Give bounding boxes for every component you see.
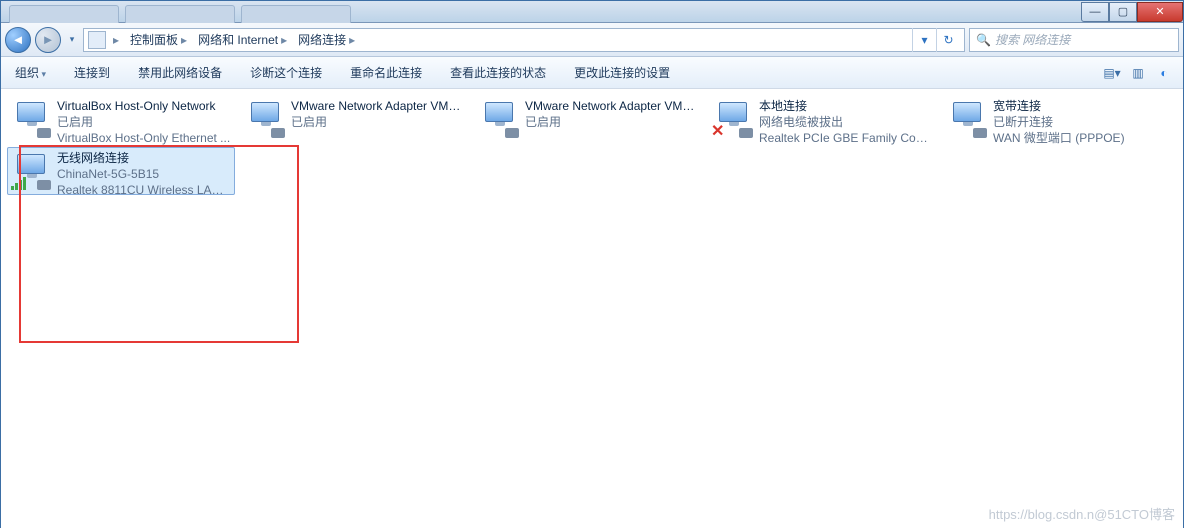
search-input[interactable]: 🔍 搜索 网络连接 bbox=[969, 28, 1179, 52]
connection-device: Realtek PCIe GBE Family Contr... bbox=[759, 130, 933, 146]
network-disconnected-icon: ✕ bbox=[713, 98, 753, 138]
connection-status: ChinaNet-5G-5B15 bbox=[57, 166, 231, 182]
network-icon bbox=[245, 98, 285, 138]
browser-tab[interactable] bbox=[9, 5, 119, 23]
wifi-connection-icon bbox=[11, 150, 51, 190]
window-titlebar: — ▢ ✕ bbox=[1, 1, 1183, 23]
connection-item[interactable]: VMware Network Adapter VMnet8已启用 bbox=[475, 95, 703, 143]
connection-name: 本地连接 bbox=[759, 98, 933, 114]
connection-item[interactable]: 无线网络连接ChinaNet-5G-5B15Realtek 8811CU Wir… bbox=[7, 147, 235, 195]
connection-status: 已启用 bbox=[525, 114, 699, 130]
connection-item[interactable]: VirtualBox Host-Only Network已启用VirtualBo… bbox=[7, 95, 235, 143]
address-dropdown[interactable]: ▾ bbox=[912, 28, 936, 52]
connection-name: VirtualBox Host-Only Network bbox=[57, 98, 230, 114]
breadcrumb-item[interactable]: 控制面板▸ bbox=[126, 31, 194, 48]
nav-back-button[interactable]: ◄ bbox=[5, 27, 31, 53]
network-icon bbox=[11, 98, 51, 138]
breadcrumb-item[interactable]: ▸ bbox=[106, 33, 126, 47]
view-status-button[interactable]: 查看此连接的状态 bbox=[446, 60, 550, 85]
watermark-text: https://blog.csdn.n@51CTO博客 bbox=[989, 504, 1175, 523]
refresh-button[interactable]: ↻ bbox=[936, 28, 960, 52]
explorer-navbar: ◄ ► ▾ ▸ 控制面板▸ 网络和 Internet▸ 网络连接▸ ▾ ↻ 🔍 … bbox=[1, 23, 1183, 57]
browser-tab-strip bbox=[9, 1, 351, 23]
address-bar[interactable]: ▸ 控制面板▸ 网络和 Internet▸ 网络连接▸ ▾ ↻ bbox=[83, 28, 965, 52]
search-icon: 🔍 bbox=[976, 33, 991, 47]
connection-item[interactable]: VMware Network Adapter VMnet1已启用 bbox=[241, 95, 469, 143]
connection-status: 网络电缆被拔出 bbox=[759, 114, 933, 130]
diagnose-button[interactable]: 诊断这个连接 bbox=[246, 60, 326, 85]
close-button[interactable]: ✕ bbox=[1137, 2, 1183, 22]
connection-device: VirtualBox Host-Only Ethernet ... bbox=[57, 130, 230, 146]
control-panel-icon bbox=[88, 31, 106, 49]
network-icon bbox=[947, 98, 987, 138]
browser-tab[interactable] bbox=[125, 5, 235, 23]
connection-name: 无线网络连接 bbox=[57, 150, 231, 166]
connection-status: 已启用 bbox=[57, 114, 230, 130]
connection-name: VMware Network Adapter VMnet8 bbox=[525, 98, 699, 114]
nav-history-dropdown[interactable]: ▾ bbox=[65, 27, 79, 53]
connection-name: VMware Network Adapter VMnet1 bbox=[291, 98, 465, 114]
connection-item[interactable]: ✕ 本地连接网络电缆被拔出Realtek PCIe GBE Family Cont… bbox=[709, 95, 937, 143]
connection-status: 已断开连接 bbox=[993, 114, 1125, 130]
help-icon[interactable]: ◐ bbox=[1155, 64, 1173, 82]
connection-status: 已启用 bbox=[291, 114, 465, 130]
browser-tab[interactable] bbox=[241, 5, 351, 23]
view-options-icon[interactable]: ▤▾ bbox=[1103, 64, 1121, 82]
connection-device: Realtek 8811CU Wireless LAN ... bbox=[57, 182, 231, 198]
network-icon bbox=[479, 98, 519, 138]
breadcrumb-item[interactable]: 网络连接▸ bbox=[294, 31, 362, 48]
minimize-button[interactable]: — bbox=[1081, 2, 1109, 22]
command-bar: 组织 连接到 禁用此网络设备 诊断这个连接 重命名此连接 查看此连接的状态 更改… bbox=[1, 57, 1183, 89]
content-pane: VirtualBox Host-Only Network已启用VirtualBo… bbox=[1, 89, 1183, 529]
connection-device: WAN 微型端口 (PPPOE) bbox=[993, 130, 1125, 146]
change-settings-button[interactable]: 更改此连接的设置 bbox=[570, 60, 674, 85]
connect-to-button[interactable]: 连接到 bbox=[70, 60, 114, 85]
connection-name: 宽带连接 bbox=[993, 98, 1125, 114]
disable-device-button[interactable]: 禁用此网络设备 bbox=[134, 60, 226, 85]
organize-menu[interactable]: 组织 bbox=[11, 60, 50, 85]
search-placeholder: 搜索 网络连接 bbox=[995, 31, 1070, 48]
maximize-button[interactable]: ▢ bbox=[1109, 2, 1137, 22]
breadcrumb-item[interactable]: 网络和 Internet▸ bbox=[194, 31, 294, 48]
rename-button[interactable]: 重命名此连接 bbox=[346, 60, 426, 85]
nav-forward-button[interactable]: ► bbox=[35, 27, 61, 53]
connection-item[interactable]: 宽带连接已断开连接WAN 微型端口 (PPPOE) bbox=[943, 95, 1171, 143]
preview-pane-icon[interactable]: ▥ bbox=[1129, 64, 1147, 82]
